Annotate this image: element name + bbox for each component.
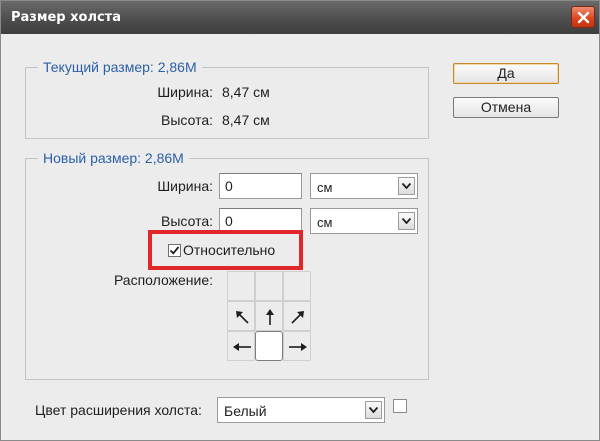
extension-color-swatch[interactable]	[393, 399, 407, 413]
ok-button[interactable]: Да	[453, 63, 559, 84]
new-height-label: Высота:	[161, 213, 213, 229]
chevron-down-icon	[402, 183, 411, 189]
current-size-legend: Текущий размер: 2,86M	[38, 59, 202, 75]
current-width-value: 8,47 см	[222, 84, 270, 100]
cancel-button[interactable]: Отмена	[453, 97, 559, 118]
arrow-up-right-icon	[291, 311, 304, 324]
highlight-box	[148, 230, 303, 270]
arrow-right-icon	[289, 343, 307, 351]
anchor-middle-top[interactable]	[255, 301, 283, 331]
close-icon	[577, 11, 590, 24]
new-size-legend: Новый размер: 2,86M	[38, 150, 189, 166]
current-size-group: Текущий размер: 2,86M	[25, 59, 429, 139]
extension-color-dropdown-button[interactable]	[365, 401, 382, 419]
width-input[interactable]: 0	[219, 173, 302, 199]
anchor-top-right[interactable]	[283, 271, 311, 301]
width-unit-value: см	[317, 180, 333, 195]
anchor-center[interactable]	[255, 331, 283, 361]
extension-color-value: Белый	[224, 403, 267, 419]
canvas-size-dialog: Размер холста Текущий размер: 2,86M Шири…	[0, 0, 600, 441]
title-bar[interactable]: Размер холста	[1, 1, 599, 34]
anchor-top-left[interactable]	[227, 271, 255, 301]
anchor-right[interactable]	[283, 301, 311, 331]
anchor-grid	[227, 271, 311, 361]
width-unit-select[interactable]: см	[310, 173, 418, 199]
current-width-label: Ширина:	[157, 84, 213, 100]
height-unit-value: см	[317, 215, 333, 230]
extension-color-select[interactable]: Белый	[217, 397, 385, 423]
height-unit-dropdown-button[interactable]	[398, 212, 415, 230]
anchor-bottom-left[interactable]	[227, 331, 255, 361]
height-unit-select[interactable]: см	[310, 208, 418, 234]
anchor-top[interactable]	[255, 271, 283, 301]
new-width-label: Ширина:	[157, 178, 213, 194]
anchor-label: Расположение:	[113, 272, 213, 288]
arrow-up-left-icon	[236, 311, 249, 324]
chevron-down-icon	[369, 407, 378, 413]
current-height-value: 8,47 см	[222, 112, 270, 128]
chevron-down-icon	[402, 218, 411, 224]
anchor-left[interactable]	[227, 301, 255, 331]
width-unit-dropdown-button[interactable]	[398, 177, 415, 195]
anchor-bottom-right[interactable]	[283, 331, 311, 361]
arrow-left-icon	[233, 343, 251, 351]
dialog-title: Размер холста	[11, 10, 121, 25]
close-button[interactable]	[571, 6, 595, 28]
current-height-label: Высота:	[161, 112, 213, 128]
extension-color-label: Цвет расширения холста:	[35, 402, 202, 418]
arrow-up-icon	[266, 309, 274, 325]
